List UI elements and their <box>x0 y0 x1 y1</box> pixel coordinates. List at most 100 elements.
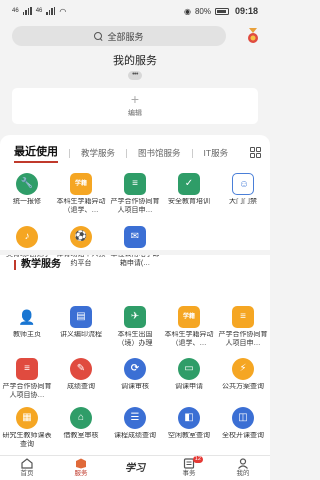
section-divider <box>0 250 270 255</box>
app-course-grade[interactable]: ☰ 课程成绩查询 <box>108 407 162 441</box>
nav-affairs-label: 事务 <box>182 470 196 477</box>
app-sports-venue[interactable]: ⚽ 体育场馆个人预约平台 <box>54 226 108 268</box>
app-label: 本科生学籍异动（退学、… <box>164 331 214 347</box>
status-bar: 46 46 ◠ ◉ 80% 09:18 <box>0 0 270 22</box>
mail-icon: ✉ <box>124 226 146 248</box>
app-schedule-query[interactable]: ▦ 研究生教师课表查询 <box>0 407 54 449</box>
app-label: 空闲教室查询 <box>168 432 210 439</box>
app-study-abroad[interactable]: ✈ 本科生出国（境）办理 <box>108 306 162 348</box>
lecture-print-icon: ▤ <box>70 306 92 328</box>
edit-services-button[interactable]: + 编辑 <box>12 88 258 124</box>
app-label: 调课审核 <box>121 383 149 390</box>
tab-divider <box>126 148 128 158</box>
status-right: ◉ 80% 09:18 <box>184 6 258 16</box>
app-label: 课程成绩查询 <box>114 432 156 439</box>
network-type-1: 46 <box>12 8 19 14</box>
nav-mine[interactable]: 我的 <box>216 456 270 480</box>
travel-icon: ✈ <box>124 306 146 328</box>
app-label: 讲义编印流程 <box>60 331 102 338</box>
app-safety-training[interactable]: ✓ 安全教育培训 <box>162 173 216 207</box>
venue-icon: ♪ <box>16 226 38 248</box>
nav-services-label: 服务 <box>74 470 88 477</box>
plan-query-icon: ⚡ <box>232 358 254 380</box>
document-icon: ≡ <box>16 358 38 380</box>
teaching-section-title: 教学服务 <box>14 260 61 270</box>
tab-recent[interactable]: 最近使用 <box>14 143 58 163</box>
app-industry-project[interactable]: ≡ 产学合作协同育人项目申… <box>108 173 162 215</box>
status-left: 46 46 ◠ <box>12 7 66 16</box>
nav-affairs[interactable]: 12 事务 <box>162 456 216 480</box>
plus-icon: + <box>130 91 140 107</box>
app-repair[interactable]: 🔧 统一报修 <box>0 173 54 207</box>
header: 全部服务 我的服务 ••• + 编辑 <box>0 22 270 130</box>
course-audit-icon: ⟳ <box>124 358 146 380</box>
app-label: 产学合作协同育人项目申… <box>218 331 268 347</box>
app-gate-access[interactable]: ☺ 大门门禁 <box>216 173 270 207</box>
face-scan-icon: ☺ <box>232 173 254 195</box>
network-type-2: 46 <box>35 8 43 14</box>
nav-home[interactable]: 首页 <box>0 456 54 480</box>
center-logo: 学习 <box>125 463 145 474</box>
app-industry-project-2[interactable]: ≡ 产学合作协同育人项目申… <box>216 306 270 348</box>
tab-divider <box>191 148 193 158</box>
app-grade-query[interactable]: ✎ 成绩查询 <box>54 358 108 392</box>
service-tabs: 最近使用 教学服务 图书馆服务 IT服务 <box>0 143 270 163</box>
app-label: 成绩查询 <box>67 383 95 390</box>
app-label: 本科生出国（境）办理 <box>117 331 153 347</box>
app-student-status-2[interactable]: 学籍 本科生学籍异动（退学、… <box>162 306 216 348</box>
app-label: 产学合作协同育人项目申… <box>110 198 160 214</box>
nav-center-logo[interactable]: 学习 <box>108 456 162 480</box>
teacher-icon: 👤 <box>16 306 38 328</box>
nav-services[interactable]: 服务 <box>54 456 108 480</box>
app-unit-email[interactable]: ✉ 单位公用电子邮箱申请(… <box>108 226 162 268</box>
signal-icon-2 <box>46 7 56 15</box>
more-dots-button[interactable]: ••• <box>128 71 142 80</box>
app-classroom-audit[interactable]: ⌂ 借教室审核 <box>54 407 108 441</box>
services-icon <box>76 458 86 469</box>
app-label: 本科生学籍异动（退学、… <box>56 198 106 214</box>
app-teacher-home[interactable]: 👤 教师主页 <box>0 306 54 340</box>
free-room-icon: ◧ <box>178 407 200 429</box>
shield-check-icon: ✓ <box>178 173 200 195</box>
bottom-nav: 首页 服务 学习 12 事务 我的 <box>0 455 270 480</box>
grade-query-icon: ✎ <box>70 358 92 380</box>
app-label: 公共方案查询 <box>222 383 264 390</box>
clock: 09:18 <box>234 6 258 16</box>
tab-it[interactable]: IT服务 <box>204 147 229 159</box>
schedule-icon: ▦ <box>16 407 38 429</box>
home-icon <box>21 458 33 469</box>
app-course-list[interactable]: ◫ 全校开课查询 <box>216 407 270 441</box>
app-label: 研究生教师课表查询 <box>2 432 52 448</box>
search-input[interactable]: 全部服务 <box>12 26 226 46</box>
battery-icon <box>214 7 229 15</box>
app-label: 全校开课查询 <box>222 432 264 439</box>
affairs-badge: 12 <box>192 456 203 463</box>
classroom-audit-icon: ⌂ <box>70 407 92 429</box>
wifi-icon: ◠ <box>59 6 67 16</box>
document-icon: ≡ <box>232 306 254 328</box>
medal-icon[interactable] <box>246 28 260 44</box>
grid-view-icon[interactable] <box>250 147 261 158</box>
app-label: 调课申请 <box>175 383 203 390</box>
wrench-icon: 🔧 <box>16 173 38 195</box>
student-status-icon: 学籍 <box>70 173 92 195</box>
app-free-room[interactable]: ◧ 空闲教室查询 <box>162 407 216 441</box>
app-course-audit[interactable]: ⟳ 调课审核 <box>108 358 162 392</box>
my-services-title: 我的服务 <box>113 55 157 67</box>
student-status-icon: 学籍 <box>178 306 200 328</box>
app-label: 大门门禁 <box>229 198 257 205</box>
teaching-apps: 👤 教师主页 ▤ 讲义编印流程 ✈ 本科生出国（境）办理 学籍 本科生学籍异动（… <box>0 278 270 454</box>
app-student-status[interactable]: 学籍 本科生学籍异动（退学、… <box>54 173 108 215</box>
app-label: 教师主页 <box>13 331 41 338</box>
tab-library[interactable]: 图书馆服务 <box>138 147 181 159</box>
tab-teaching[interactable]: 教学服务 <box>81 147 115 159</box>
nav-home-label: 首页 <box>20 470 34 477</box>
eye-icon: ◉ <box>183 6 191 16</box>
edit-label: 编辑 <box>128 110 142 117</box>
app-label: 产学合作协同育人项目协… <box>2 383 52 399</box>
nav-mine-label: 我的 <box>236 470 250 477</box>
app-lecture-print[interactable]: ▤ 讲义编印流程 <box>54 306 108 340</box>
app-industry-project-3[interactable]: ≡ 产学合作协同育人项目协… <box>0 358 54 400</box>
app-plan-query[interactable]: ⚡ 公共方案查询 <box>216 358 270 392</box>
app-course-apply[interactable]: ▭ 调课申请 <box>162 358 216 392</box>
